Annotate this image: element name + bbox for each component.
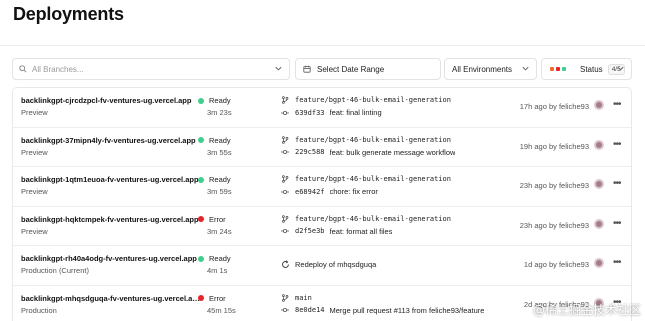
branch-search-placeholder: All Branches...	[32, 64, 84, 74]
redeploy-link[interactable]: Redeploy of mhqsdguqa	[281, 260, 376, 269]
status-badge: Error	[198, 215, 226, 224]
commit-link[interactable]: e68942f chore: fix error	[281, 187, 378, 196]
git-branch-icon	[282, 96, 289, 104]
git-branch-icon	[282, 135, 289, 144]
status-badge: Ready	[198, 96, 231, 105]
avatar[interactable]	[594, 218, 604, 229]
git-branch-icon	[282, 175, 289, 183]
deployment-environment: Preview	[21, 147, 48, 157]
deployment-duration: 4m 1s	[207, 266, 228, 275]
status-dot-icon	[198, 295, 204, 301]
deployment-environment: Production	[21, 305, 57, 315]
git-commit-icon	[281, 308, 289, 312]
more-options-icon[interactable]: •••	[613, 218, 621, 229]
status-filter-label: Status	[580, 64, 603, 74]
date-range-picker[interactable]: Select Date Range	[295, 58, 441, 80]
avatar[interactable]	[594, 139, 604, 150]
chevron-down-icon	[617, 66, 624, 71]
filter-bar: All Branches... Select Date Range All En…	[0, 58, 645, 80]
more-options-icon[interactable]: •••	[613, 257, 621, 268]
commit-link[interactable]: 229c588 feat: bulk generate message workf…	[281, 148, 455, 157]
environment-select[interactable]: All Environments	[444, 58, 537, 80]
deployment-environment: Preview	[21, 108, 48, 117]
deployment-meta: 19h ago by feliche93	[519, 141, 589, 151]
status-badge: Ready	[198, 254, 231, 263]
status-dot-icon	[198, 176, 204, 183]
status-dot-icon	[198, 97, 204, 104]
commit-link[interactable]: d2f5e3b feat: format all files	[281, 227, 392, 236]
avatar[interactable]	[594, 179, 604, 189]
deployment-url[interactable]: backlinkgpt-1qtm1euoa-fv-ventures-ug.ver…	[21, 175, 201, 184]
deployment-row[interactable]: backlinkgpt-1qtm1euoa-fv-ventures-ug.ver…	[13, 167, 631, 207]
more-options-icon[interactable]: •••	[613, 178, 621, 189]
git-commit-icon	[281, 229, 289, 233]
deployments-list: backlinkgpt-cjrcdzpcl-fv-ventures-ug.ver…	[12, 87, 632, 321]
search-icon	[19, 65, 27, 73]
deployment-duration: 3m 55s	[207, 147, 232, 157]
deployment-duration: 45m 15s	[207, 305, 236, 315]
more-options-icon[interactable]: •••	[613, 139, 621, 150]
deployment-url[interactable]: backlinkgpt-hqktcmpek-fv-ventures-ug.ver…	[21, 215, 201, 224]
commit-link[interactable]: 8e0de14 Merge pull request #113 from feli…	[281, 306, 484, 315]
calendar-icon	[303, 65, 311, 73]
git-branch-icon	[282, 214, 289, 223]
deployment-environment: Preview	[21, 187, 48, 196]
deployment-url[interactable]: backlinkgpt-37mipn4ly-fv-ventures-ug.ver…	[21, 136, 201, 145]
branch-link[interactable]: feature/bgpt-46-bulk-email-generation	[281, 96, 485, 104]
avatar[interactable]	[594, 258, 604, 268]
page-header: Deployments	[0, 0, 645, 46]
branch-link[interactable]: main	[281, 294, 485, 302]
deployment-row[interactable]: backlinkgpt-hqktcmpek-fv-ventures-ug.ver…	[13, 207, 631, 246]
chevron-down-icon	[522, 66, 529, 71]
redeploy-icon	[282, 260, 289, 268]
deployment-environment: Preview	[21, 226, 48, 236]
deployment-meta: 17h ago by feliche93	[519, 102, 589, 111]
deployment-row[interactable]: backlinkgpt-rh40a4odg-fv-ventures-ug.ver…	[13, 246, 631, 286]
git-branch-icon	[282, 293, 289, 302]
deployment-environment: Production (Current)	[21, 266, 89, 275]
status-dot-icon	[198, 137, 204, 143]
commit-link[interactable]: 639df33 feat: final linting	[281, 108, 382, 117]
deployment-meta: 23h ago by feliche93	[519, 181, 589, 190]
git-commit-icon	[281, 150, 289, 154]
deployment-row[interactable]: backlinkgpt-cjrcdzpcl-fv-ventures-ug.ver…	[13, 88, 631, 128]
status-badge: Ready	[198, 136, 231, 145]
status-dot-icon	[198, 216, 204, 222]
status-dot-icon	[198, 255, 204, 262]
watermark: @稀土掘金技术社区	[532, 303, 641, 317]
deployment-duration: 3m 23s	[207, 108, 232, 117]
status-badge: Error	[198, 294, 226, 303]
chevron-down-icon	[275, 66, 282, 71]
git-commit-icon	[281, 189, 289, 194]
status-colors-icon	[550, 67, 566, 71]
branch-link[interactable]: feature/bgpt-46-bulk-email-generation	[281, 175, 485, 183]
deployment-duration: 3m 24s	[207, 226, 232, 236]
environment-select-label: All Environments	[452, 64, 513, 74]
deployment-url[interactable]: backlinkgpt-cjrcdzpcl-fv-ventures-ug.ver…	[21, 96, 201, 105]
branch-link[interactable]: feature/bgpt-46-bulk-email-generation	[281, 215, 485, 223]
status-filter[interactable]: Status 4/5	[541, 58, 632, 80]
avatar[interactable]	[594, 100, 604, 110]
page-title: Deployments	[13, 4, 124, 24]
deployment-url[interactable]: backlinkgpt-rh40a4odg-fv-ventures-ug.ver…	[21, 254, 201, 263]
deployment-url[interactable]: backlinkgpt-mhqsdguqa-fv-ventures-ug.ver…	[21, 294, 201, 303]
git-commit-icon	[281, 110, 289, 115]
status-badge: Ready	[198, 175, 231, 184]
more-options-icon[interactable]: •••	[613, 99, 621, 110]
branch-search-input[interactable]: All Branches...	[12, 58, 290, 80]
deployment-meta: 1d ago by feliche93	[523, 260, 589, 269]
date-range-label: Select Date Range	[317, 64, 385, 74]
deployment-row[interactable]: backlinkgpt-37mipn4ly-fv-ventures-ug.ver…	[13, 128, 631, 167]
deployment-meta: 23h ago by feliche93	[519, 220, 589, 230]
deployment-duration: 3m 59s	[207, 187, 232, 196]
branch-link[interactable]: feature/bgpt-46-bulk-email-generation	[281, 136, 485, 144]
